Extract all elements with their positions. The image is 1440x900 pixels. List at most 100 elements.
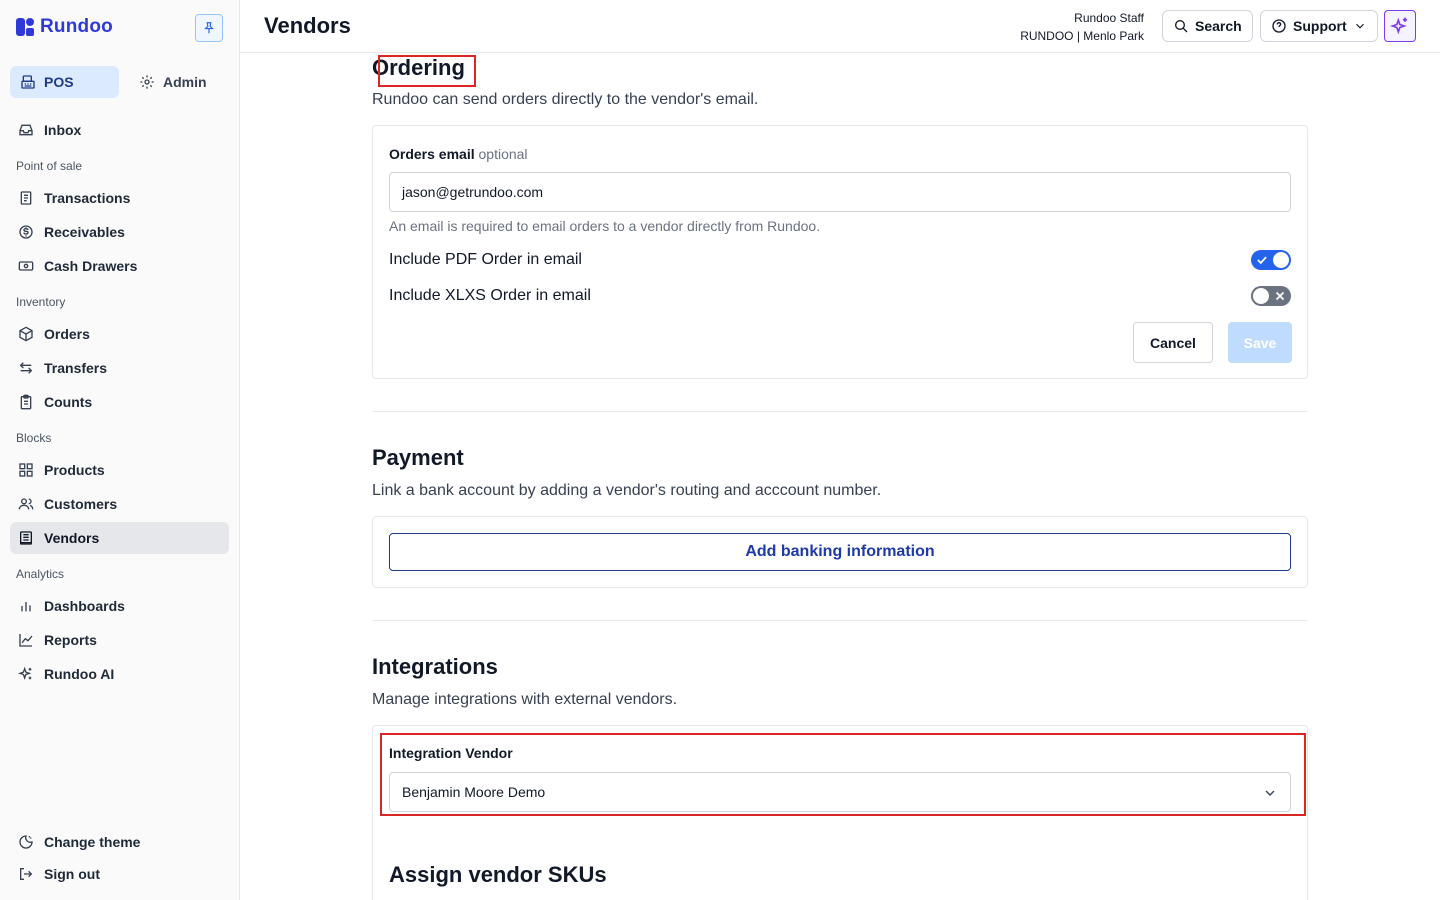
sidebar-item-dashboards[interactable]: Dashboards <box>10 590 229 622</box>
sidebar-item-label: Orders <box>44 326 90 342</box>
sidebar-item-inbox[interactable]: Inbox <box>10 114 229 146</box>
user-name: Rundoo Staff <box>1074 11 1144 25</box>
section-divider <box>372 411 1308 412</box>
sidebar-item-label: Customers <box>44 496 118 512</box>
grid-icon <box>18 462 34 478</box>
optional-tag: optional <box>478 146 528 162</box>
payment-card: Add banking information <box>372 516 1308 588</box>
user-location: RUNDOO | Menlo Park <box>1020 29 1144 43</box>
search-button-label: Search <box>1195 18 1242 34</box>
register-icon <box>20 74 36 90</box>
sidebar-item-label: Sign out <box>44 866 100 882</box>
include-pdf-label: Include PDF Order in email <box>389 251 582 268</box>
sidebar-item-reports[interactable]: Reports <box>10 624 229 656</box>
orders-email-label: Orders email optional <box>389 146 528 162</box>
box-icon <box>18 326 34 342</box>
sidebar-item-receivables[interactable]: Receivables <box>10 216 229 248</box>
sidebar-item-label: Cash Drawers <box>44 258 138 274</box>
cash-icon <box>18 258 34 274</box>
sidebar-item-transfers[interactable]: Transfers <box>10 352 229 384</box>
sidebar-item-transactions[interactable]: Transactions <box>10 182 229 214</box>
section-inventory: Inventory <box>16 295 66 309</box>
page-title: Vendors <box>264 13 351 38</box>
sign-out-button[interactable]: Sign out <box>10 858 229 890</box>
save-button[interactable]: Save <box>1228 322 1292 363</box>
sidebar-item-vendors[interactable]: Vendors <box>10 522 229 554</box>
sidebar-item-label: Products <box>44 462 105 478</box>
tab-pos[interactable]: POS <box>10 66 119 98</box>
receipt-icon <box>18 190 34 206</box>
ai-assistant-button[interactable] <box>1384 10 1416 42</box>
gear-icon <box>139 74 155 90</box>
sidebar-item-label: Rundoo AI <box>44 666 115 682</box>
support-button[interactable]: Support <box>1260 10 1378 42</box>
include-pdf-toggle[interactable] <box>1251 250 1291 270</box>
integration-vendor-highlight <box>380 733 1306 816</box>
sidebar-item-label: Transfers <box>44 360 108 376</box>
cancel-button[interactable]: Cancel <box>1133 322 1213 363</box>
pin-icon <box>204 22 214 34</box>
payment-description: Link a bank account by adding a vendor's… <box>372 482 882 499</box>
sidebar-item-counts[interactable]: Counts <box>10 386 229 418</box>
sidebar-item-label: Receivables <box>44 224 125 240</box>
sidebar-item-label: Counts <box>44 394 93 410</box>
integrations-description: Manage integrations with external vendor… <box>372 691 678 708</box>
sidebar-item-customers[interactable]: Customers <box>10 488 229 520</box>
search-button[interactable]: Search <box>1162 10 1253 42</box>
close-icon <box>1275 291 1285 301</box>
change-theme-button[interactable]: Change theme <box>10 826 229 858</box>
user-info[interactable]: Rundoo Staff RUNDOO | Menlo Park <box>1020 9 1144 45</box>
mode-tabs: POS Admin <box>10 66 217 98</box>
tab-pos-label: POS <box>44 74 74 90</box>
pin-sidebar-button[interactable] <box>195 14 223 42</box>
toggle-knob <box>1253 288 1269 304</box>
search-icon <box>1175 20 1188 33</box>
support-button-label: Support <box>1293 18 1347 34</box>
tab-admin[interactable]: Admin <box>129 66 217 98</box>
sidebar-item-orders[interactable]: Orders <box>10 318 229 350</box>
sidebar-item-label: Change theme <box>44 834 141 850</box>
sidebar-item-label: Reports <box>44 632 97 648</box>
assign-vendor-skus-title: Assign vendor SKUs <box>389 862 607 887</box>
section-blocks: Blocks <box>16 431 52 445</box>
sidebar: Rundoo POS Admin Inbox Point of sale Tra… <box>0 0 240 900</box>
add-banking-button[interactable]: Add banking information <box>389 533 1291 571</box>
sparkles-icon <box>1390 17 1408 35</box>
section-point-of-sale: Point of sale <box>16 159 83 173</box>
ordering-title-highlight <box>378 55 476 87</box>
ordering-description: Rundoo can send orders directly to the v… <box>372 91 759 108</box>
check-icon <box>1257 256 1267 265</box>
bar-chart-icon <box>18 598 34 614</box>
help-circle-icon <box>1272 19 1286 33</box>
toggle-knob <box>1273 252 1289 268</box>
include-xlxs-toggle[interactable] <box>1251 286 1291 306</box>
sidebar-item-label: Inbox <box>44 122 82 138</box>
integrations-title: Integrations <box>372 654 498 679</box>
main-content: Ordering Rundoo can send orders directly… <box>240 53 1440 900</box>
payment-title: Payment <box>372 445 464 470</box>
line-chart-icon <box>18 632 34 648</box>
ordering-card: Orders email optional jason@getrundoo.co… <box>372 125 1308 379</box>
section-divider <box>372 620 1308 621</box>
tab-admin-label: Admin <box>163 74 207 90</box>
orders-email-label-text: Orders email <box>389 146 475 162</box>
top-header: Vendors Rundoo Staff RUNDOO | Menlo Park… <box>240 0 1440 53</box>
inbox-icon <box>18 122 34 138</box>
chevron-down-icon <box>1355 23 1364 29</box>
users-icon <box>18 496 34 512</box>
sign-out-icon <box>18 866 34 882</box>
sidebar-item-label: Dashboards <box>44 598 125 614</box>
sparkles-icon <box>18 666 34 682</box>
rundoo-logo-icon <box>16 18 34 36</box>
orders-email-input[interactable]: jason@getrundoo.com <box>389 172 1291 212</box>
section-analytics: Analytics <box>16 567 65 581</box>
orders-email-helper: An email is required to email orders to … <box>389 218 821 234</box>
brand-logo[interactable]: Rundoo <box>16 16 113 38</box>
sidebar-item-cash-drawers[interactable]: Cash Drawers <box>10 250 229 282</box>
sidebar-item-products[interactable]: Products <box>10 454 229 486</box>
sidebar-item-rundoo-ai[interactable]: Rundoo AI <box>10 658 229 690</box>
vendor-icon <box>18 530 34 546</box>
sidebar-item-label: Vendors <box>44 530 100 546</box>
arrows-icon <box>18 360 34 376</box>
theme-icon <box>18 834 34 850</box>
